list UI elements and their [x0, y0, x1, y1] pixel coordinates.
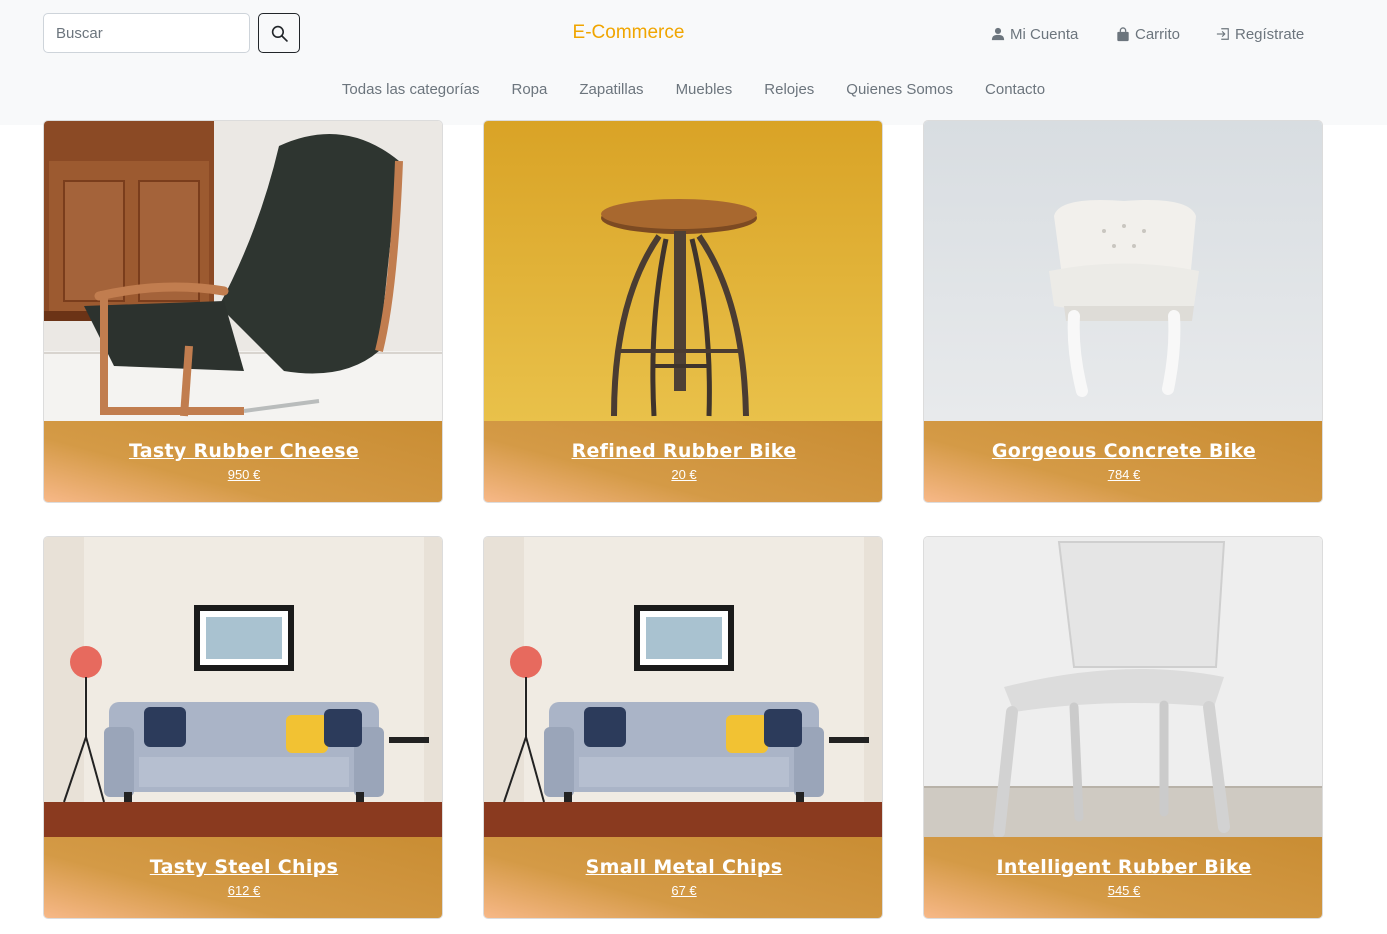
nav-item-contacto[interactable]: Contacto: [969, 79, 1061, 101]
product-title-link[interactable]: Gorgeous Concrete Bike: [924, 440, 1322, 462]
product-card[interactable]: Intelligent Rubber Bike 545 €: [923, 536, 1323, 919]
product-card-body: Intelligent Rubber Bike 545 €: [924, 837, 1322, 918]
cart-label: Carrito: [1135, 25, 1181, 43]
nav-item-todas-las-categorias[interactable]: Todas las categorías: [326, 79, 496, 101]
my-account-link[interactable]: Mi Cuenta: [991, 24, 1078, 44]
brand-logo-link[interactable]: E-Commerce: [556, 22, 701, 44]
product-price-link[interactable]: 612 €: [44, 883, 442, 898]
nav-item-ropa[interactable]: Ropa: [496, 79, 564, 101]
product-card-body: Tasty Rubber Cheese 950 €: [44, 421, 442, 502]
register-link[interactable]: Regístrate: [1216, 24, 1304, 44]
search-icon: [271, 25, 288, 42]
register-label: Regístrate: [1235, 25, 1305, 43]
search-input[interactable]: [43, 13, 250, 53]
user-icon: [991, 27, 1005, 41]
shopping-bag-icon: [1117, 26, 1129, 41]
product-card-body: Gorgeous Concrete Bike 784 €: [924, 421, 1322, 502]
header: E-Commerce Mi Cuenta Carrito Regístrate …: [0, 0, 1387, 125]
product-price-link[interactable]: 784 €: [924, 467, 1322, 482]
product-price-link[interactable]: 20 €: [484, 467, 882, 482]
nav-item-zapatillas[interactable]: Zapatillas: [563, 79, 659, 101]
product-card[interactable]: Tasty Steel Chips 612 €: [43, 536, 443, 919]
search-button[interactable]: [258, 13, 300, 53]
product-card-body: Small Metal Chips 67 €: [484, 837, 882, 918]
product-title-link[interactable]: Intelligent Rubber Bike: [924, 856, 1322, 878]
product-card-body: Tasty Steel Chips 612 €: [44, 837, 442, 918]
my-account-label: Mi Cuenta: [1010, 25, 1079, 43]
product-title-link[interactable]: Refined Rubber Bike: [484, 440, 882, 462]
product-price-link[interactable]: 545 €: [924, 883, 1322, 898]
category-nav: Todas las categorías Ropa Zapatillas Mue…: [0, 79, 1387, 101]
product-card[interactable]: Gorgeous Concrete Bike 784 €: [923, 120, 1323, 503]
product-title-link[interactable]: Tasty Rubber Cheese: [44, 440, 442, 462]
product-image[interactable]: [44, 537, 442, 837]
product-image[interactable]: [484, 121, 882, 421]
product-image[interactable]: [44, 121, 442, 421]
product-card-body: Refined Rubber Bike 20 €: [484, 421, 882, 502]
product-image[interactable]: [484, 537, 882, 837]
product-card[interactable]: Tasty Rubber Cheese 950 €: [43, 120, 443, 503]
product-price-link[interactable]: 67 €: [484, 883, 882, 898]
nav-item-relojes[interactable]: Relojes: [748, 79, 830, 101]
product-price-link[interactable]: 950 €: [44, 467, 442, 482]
nav-item-muebles[interactable]: Muebles: [660, 79, 749, 101]
product-title-link[interactable]: Small Metal Chips: [484, 856, 882, 878]
product-card[interactable]: Small Metal Chips 67 €: [483, 536, 883, 919]
cart-link[interactable]: Carrito: [1116, 24, 1180, 44]
nav-item-quienes-somos[interactable]: Quienes Somos: [830, 79, 969, 101]
product-image[interactable]: [924, 537, 1322, 837]
sign-in-icon: [1216, 28, 1229, 40]
product-image[interactable]: [924, 121, 1322, 421]
product-title-link[interactable]: Tasty Steel Chips: [44, 856, 442, 878]
product-card[interactable]: Refined Rubber Bike 20 €: [483, 120, 883, 503]
